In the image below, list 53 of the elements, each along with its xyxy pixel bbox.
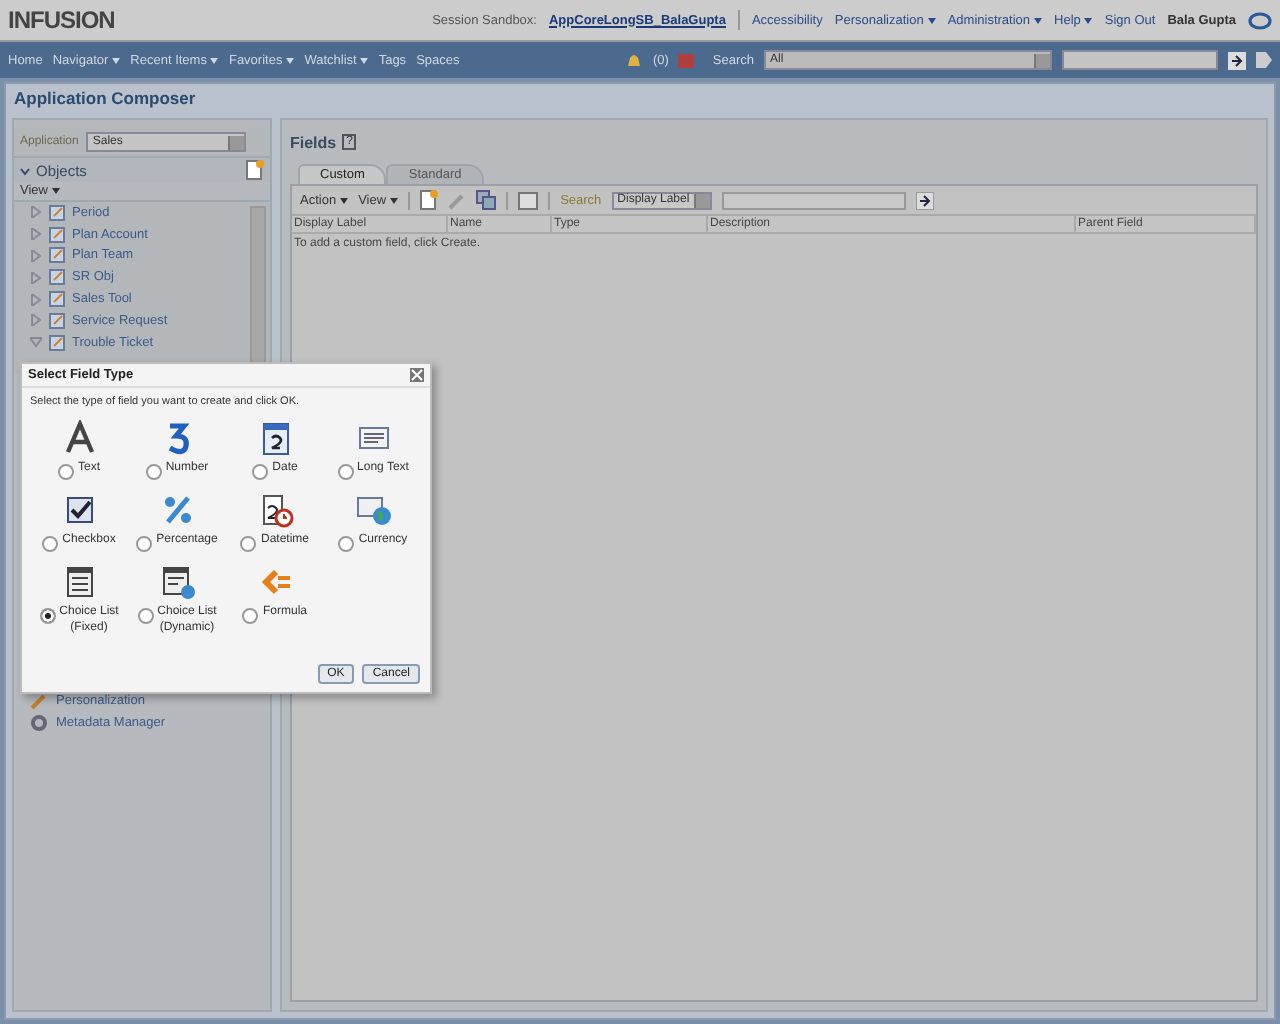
duplicate-icon[interactable] bbox=[476, 190, 497, 210]
pencil-icon[interactable] bbox=[448, 191, 467, 209]
collapsed-triangle-icon[interactable] bbox=[30, 249, 42, 262]
object-icon bbox=[48, 246, 66, 265]
percent-icon bbox=[159, 492, 195, 528]
calendar-icon bbox=[257, 420, 293, 456]
radio-button[interactable] bbox=[337, 464, 354, 480]
list-refresh-icon bbox=[159, 564, 195, 600]
formula-arrow-icon bbox=[257, 564, 293, 600]
radio-button[interactable] bbox=[242, 608, 259, 624]
logo: INFUSION bbox=[8, 6, 115, 34]
go-arrow-icon[interactable] bbox=[915, 191, 934, 209]
go-arrow-icon[interactable] bbox=[1228, 51, 1246, 69]
collapsed-triangle-icon[interactable] bbox=[30, 314, 42, 327]
caret-icon bbox=[340, 197, 349, 203]
object-icon bbox=[48, 311, 66, 330]
object-icon bbox=[48, 225, 66, 244]
calendar-clock-icon bbox=[257, 492, 293, 528]
tag-icon[interactable] bbox=[1256, 52, 1272, 68]
search-field[interactable] bbox=[1062, 50, 1218, 70]
ring-icon[interactable] bbox=[1248, 11, 1272, 29]
object-icon bbox=[48, 290, 66, 309]
caret-icon bbox=[51, 188, 60, 194]
new-object-icon[interactable] bbox=[246, 160, 264, 180]
checkbox-icon bbox=[61, 492, 97, 528]
create-icon[interactable] bbox=[420, 190, 439, 210]
radio-button[interactable] bbox=[240, 536, 257, 552]
radio-button[interactable] bbox=[136, 536, 153, 552]
radio-button[interactable] bbox=[338, 536, 355, 552]
radio-button[interactable] bbox=[145, 464, 162, 480]
page-title: Application Composer bbox=[12, 86, 198, 112]
collapsed-triangle-icon[interactable] bbox=[30, 293, 42, 306]
collapsed-triangle-icon[interactable] bbox=[30, 271, 42, 284]
object-icon bbox=[48, 268, 66, 287]
letter-a-icon bbox=[61, 420, 97, 456]
radio-button[interactable] bbox=[42, 536, 59, 552]
radio-button[interactable] bbox=[39, 608, 56, 624]
search-input[interactable] bbox=[721, 191, 906, 209]
radio-button[interactable] bbox=[137, 608, 154, 624]
close-icon[interactable] bbox=[410, 368, 424, 382]
bell-icon[interactable] bbox=[626, 51, 643, 69]
collapsed-triangle-icon[interactable] bbox=[30, 228, 42, 241]
expanded-triangle-icon[interactable] bbox=[30, 336, 42, 349]
fields-title: Fields bbox=[290, 133, 337, 151]
globe-document-icon bbox=[355, 492, 391, 528]
object-icon bbox=[48, 333, 66, 352]
radio-button[interactable] bbox=[57, 464, 74, 480]
object-icon bbox=[48, 203, 66, 222]
caret-icon bbox=[390, 197, 399, 203]
radio-button[interactable] bbox=[252, 464, 269, 480]
collapsed-triangle-icon[interactable] bbox=[30, 206, 42, 219]
collapse-chevron-icon[interactable] bbox=[20, 167, 30, 175]
list-icon bbox=[61, 564, 97, 600]
